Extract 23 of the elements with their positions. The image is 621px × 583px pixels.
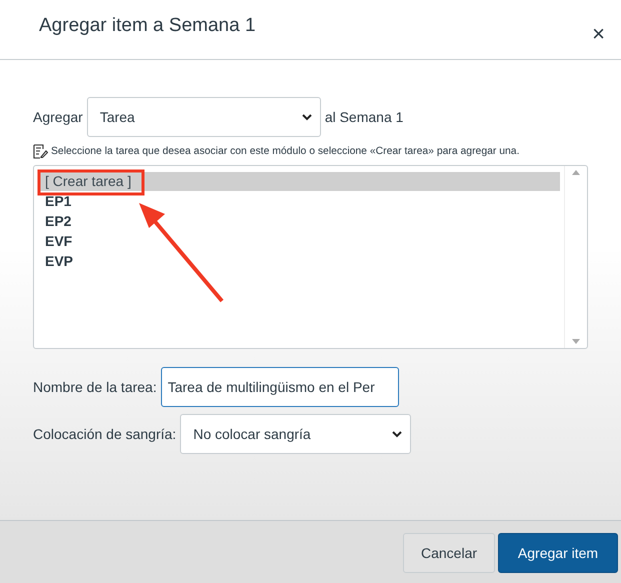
scroll-down-icon[interactable] [572, 339, 580, 344]
list-item[interactable]: EVP [38, 252, 560, 271]
field-label: Nombre de la tarea: [33, 379, 157, 395]
list-item[interactable]: EP1 [38, 192, 560, 211]
field-label: Colocación de sangría: [33, 426, 176, 442]
name-input[interactable]: Tarea de multilingüismo en el Per [160, 367, 399, 407]
scroll-up-icon[interactable] [572, 170, 580, 175]
list-item[interactable]: [ Crear tarea ] [38, 172, 560, 191]
indent-select[interactable]: No colocar sangría [180, 414, 412, 454]
type-select[interactable]: Tarea [86, 97, 321, 137]
dialog-title: Agregar item a Semana 1 [39, 14, 256, 36]
chevron-icon [392, 430, 402, 438]
assignment-listbox[interactable]: [ Crear tarea ] EP1 EP2 EVF EVP [33, 165, 588, 349]
field-label: Agregar [33, 109, 83, 125]
list-item[interactable]: EVF [38, 232, 560, 251]
add-item-button[interactable]: Agregar item [498, 532, 618, 572]
hint-text: Seleccione la tarea que desea asociar con este módulo o seleccione «Crear tarea» para agregar una. [51, 146, 520, 157]
module-label: al Semana 1 [324, 109, 404, 125]
list-item[interactable]: EP2 [38, 212, 560, 231]
note-icon [33, 144, 48, 159]
cancel-button[interactable]: Cancelar [403, 532, 495, 572]
close-button[interactable]: × [588, 20, 609, 46]
chevron-icon [302, 114, 312, 120]
